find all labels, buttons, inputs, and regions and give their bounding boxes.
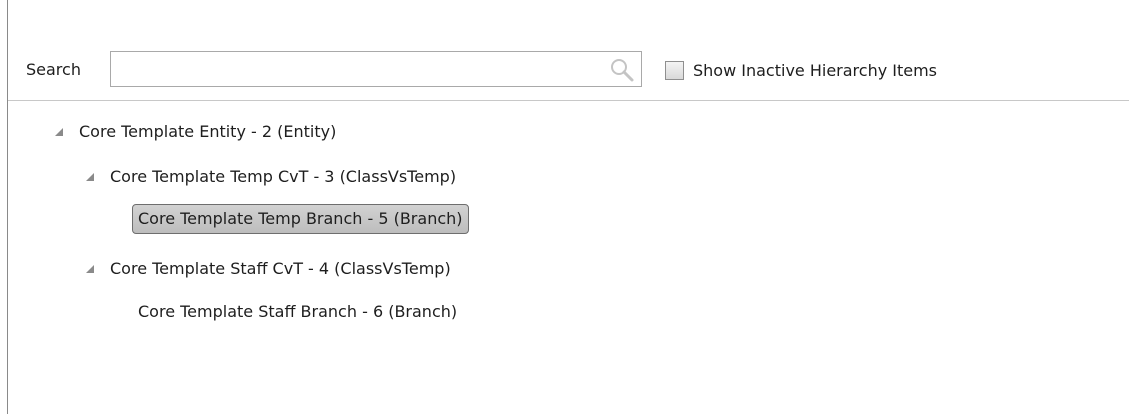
tree-item-entity[interactable]: Core Template Entity - 2 (Entity) <box>55 118 336 146</box>
show-inactive-option[interactable]: Show Inactive Hierarchy Items <box>665 57 937 83</box>
tree-item-label: Core Template Staff Branch - 6 (Branch) <box>138 302 458 321</box>
show-inactive-label: Show Inactive Hierarchy Items <box>693 60 938 80</box>
search-label: Search <box>26 60 81 79</box>
tree-item-label: Core Template Entity - 2 (Entity) <box>79 122 337 141</box>
tree-item-staff-cvt[interactable]: Core Template Staff CvT - 4 (ClassVsTemp… <box>86 255 451 283</box>
expanded-triangle-icon[interactable] <box>86 264 95 274</box>
tree-item-label: Core Template Temp Branch - 5 (Branch) <box>132 204 469 234</box>
expanded-triangle-icon[interactable] <box>86 172 95 182</box>
search-box[interactable] <box>110 51 642 87</box>
tree-item-temp-branch[interactable]: Core Template Temp Branch - 5 (Branch) <box>132 204 469 234</box>
panel-left-border <box>7 0 8 414</box>
hierarchy-panel: Search Show Inactive Hierarchy Items Cor… <box>0 0 1129 414</box>
tree-item-label: Core Template Temp CvT - 3 (ClassVsTemp) <box>110 167 457 186</box>
tree-item-label: Core Template Staff CvT - 4 (ClassVsTemp… <box>110 259 451 278</box>
tree-item-temp-cvt[interactable]: Core Template Temp CvT - 3 (ClassVsTemp) <box>86 163 456 191</box>
search-input[interactable] <box>111 52 601 86</box>
search-icon[interactable] <box>609 57 635 83</box>
expanded-triangle-icon[interactable] <box>55 127 64 137</box>
show-inactive-checkbox[interactable] <box>665 60 684 80</box>
tree-item-staff-branch[interactable]: Core Template Staff Branch - 6 (Branch) <box>138 298 457 326</box>
header-divider <box>8 100 1129 101</box>
